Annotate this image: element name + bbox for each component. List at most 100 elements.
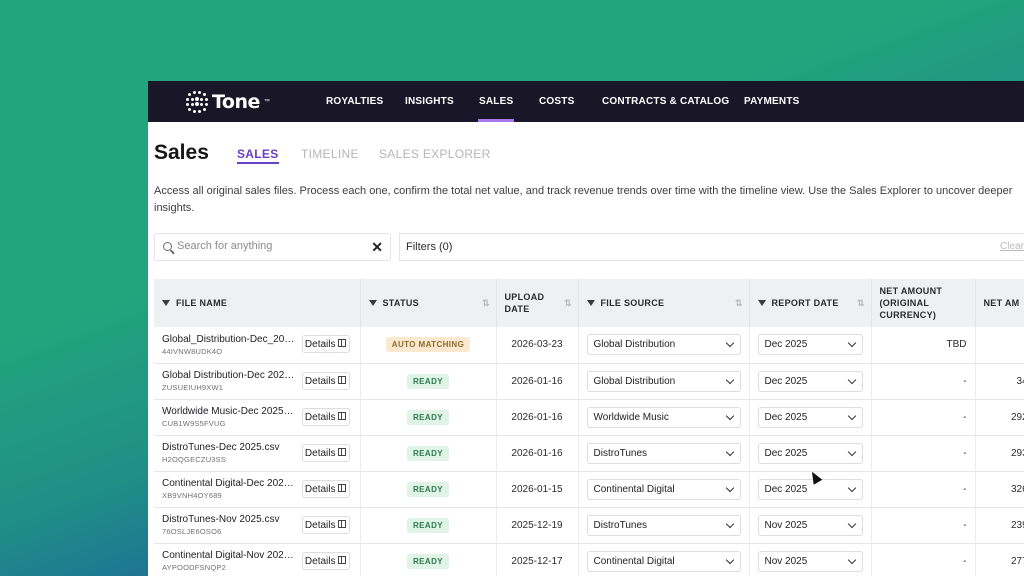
report-date-select[interactable]: Nov 2025 xyxy=(757,514,863,536)
status-cell: READY xyxy=(360,399,497,436)
file-source-select[interactable]: Global Distribution xyxy=(586,334,741,355)
clear-filters-link[interactable]: Clear xyxy=(1000,241,1024,252)
file-name: Continental Digital-Dec 2025.csv xyxy=(162,478,296,489)
table-row[interactable]: Global Distribution-Dec 2025.csv ZUSUEIUH… xyxy=(154,363,1024,400)
file-source-select[interactable]: Worldwide Music xyxy=(586,406,741,428)
details-button[interactable]: Details xyxy=(301,551,350,570)
report-date-select[interactable]: Dec 2025 xyxy=(757,406,863,428)
report-date-select[interactable]: Nov 2025 xyxy=(757,550,863,572)
search-input[interactable] xyxy=(175,239,359,253)
col-status[interactable]: STATUS ⇅ xyxy=(360,279,497,327)
chevron-down-icon xyxy=(725,338,734,348)
file-name-cell: Global Distribution-Dec 2025.csv ZUSUEIUH… xyxy=(154,363,361,400)
filter-icon[interactable] xyxy=(757,299,766,306)
upload-date-cell: 2026-01-16 xyxy=(496,435,579,472)
net-amount-cell xyxy=(975,327,1024,364)
col-report-date[interactable]: REPORT DATE ⇅ xyxy=(749,279,872,327)
file-name: Worldwide Music-Dec 2025.csv xyxy=(162,406,296,417)
filters-bar[interactable]: Filters (0) xyxy=(399,233,1024,261)
file-name: Continental Digital-Nov 2025.csv xyxy=(162,550,296,561)
sort-icon[interactable]: ⇅ xyxy=(482,298,489,309)
file-source-cell: Worldwide Music xyxy=(578,399,750,436)
file-source-select[interactable]: DistroTunes xyxy=(586,442,741,464)
sort-icon[interactable]: ⇅ xyxy=(857,298,864,309)
nav-payments[interactable]: PAYMENTS xyxy=(744,81,800,122)
table-row[interactable]: Global_Distribution-Dec_2025.csv44IVNW8U… xyxy=(154,327,1024,364)
file-source-select[interactable]: Continental Digital xyxy=(586,550,741,572)
upload-date-cell: 2026-01-16 xyxy=(496,399,579,436)
table-row[interactable]: Continental Digital-Nov 2025.csv AYPOODFS… xyxy=(154,543,1024,576)
top-nav: Tone ™ ROYALTIES INSIGHTS SALES COSTS CON… xyxy=(148,81,1024,122)
tab-sales-explorer[interactable]: SALES EXPLORER xyxy=(379,147,491,161)
search-icon xyxy=(163,242,172,251)
status-badge: READY xyxy=(406,409,449,425)
file-name: DistroTunes-Dec 2025.csv xyxy=(162,442,280,453)
chevron-down-icon xyxy=(847,338,856,348)
file-source-select[interactable]: Global Distribution xyxy=(586,370,741,392)
col-net-amount-original[interactable]: NET AMOUNT (ORIGINAL CURRENCY) xyxy=(871,279,976,327)
file-name-cell: Global_Distribution-Dec_2025.csv44IVNW8U… xyxy=(154,327,361,364)
report-date-select[interactable]: Dec 2025 xyxy=(757,478,863,500)
chevron-down-icon xyxy=(725,483,734,492)
details-button[interactable]: Details xyxy=(301,515,350,534)
net-amount-original-cell: - xyxy=(871,399,976,436)
details-button[interactable]: Details xyxy=(301,443,350,462)
nav-insights[interactable]: INSIGHTS xyxy=(405,81,454,122)
status-cell: READY xyxy=(360,363,497,400)
col-file-source[interactable]: FILE SOURCE ⇅ xyxy=(578,279,750,327)
panel-icon xyxy=(337,411,346,420)
table-row[interactable]: Worldwide Music-Dec 2025.csv CUB1W9S5FVUG… xyxy=(154,399,1024,436)
filter-icon[interactable] xyxy=(162,299,170,306)
status-cell: AUTO MATCHING xyxy=(360,327,497,364)
upload-date-cell: 2026-01-15 xyxy=(496,471,579,508)
brand-logo[interactable]: Tone ™ xyxy=(186,91,270,113)
report-date-select[interactable]: Dec 2025 xyxy=(757,442,863,464)
status-badge: READY xyxy=(406,481,449,497)
filter-icon[interactable] xyxy=(368,299,377,306)
report-date-cell: Dec 2025 xyxy=(749,435,872,472)
net-amount-original-cell: - xyxy=(871,435,976,472)
file-name: Global_Distribution-Dec_2025.csv xyxy=(162,333,296,345)
details-button[interactable]: Details xyxy=(301,335,350,353)
report-date-cell: Dec 2025 xyxy=(749,399,872,436)
chevron-down-icon xyxy=(725,375,734,384)
report-date-cell: Nov 2025 xyxy=(749,543,872,576)
page-description: Access all original sales files. Process… xyxy=(154,185,1013,214)
table-header-row: FILE NAME STATUS ⇅ UPLOAD DATE ⇅ FILE SOUR… xyxy=(154,279,1024,327)
table-row[interactable]: DistroTunes-Nov 2025.csv 76OSLJE6OSO6 Deta… xyxy=(154,507,1024,544)
clear-search-icon[interactable]: ✕ xyxy=(371,239,383,256)
nav-contracts-catalog[interactable]: CONTRACTS & CATALOG xyxy=(602,81,729,122)
status-badge: READY xyxy=(406,445,449,461)
report-date-select[interactable]: Dec 2025 xyxy=(757,334,863,355)
details-button[interactable]: Details xyxy=(301,371,350,390)
nav-costs[interactable]: COSTS xyxy=(539,81,574,122)
panel-icon xyxy=(337,375,346,384)
details-button[interactable]: Details xyxy=(301,479,350,498)
report-date-cell: Nov 2025 xyxy=(749,507,872,544)
upload-date-cell: 2026-03-23 xyxy=(496,327,579,364)
net-amount-original-cell: - xyxy=(871,363,976,400)
sort-icon[interactable]: ⇅ xyxy=(564,298,571,309)
nav-sales[interactable]: SALES xyxy=(477,81,515,122)
sort-icon[interactable]: ⇅ xyxy=(735,298,742,309)
report-date-select[interactable]: Dec 2025 xyxy=(757,370,863,392)
nav-royalties[interactable]: ROYALTIES xyxy=(326,81,383,122)
table-row[interactable]: Continental Digital-Dec 2025.csv XB9VNH4O… xyxy=(154,471,1024,508)
tab-timeline[interactable]: TIMELINE xyxy=(301,147,359,161)
file-source-select[interactable]: DistroTunes xyxy=(586,514,741,536)
filter-icon[interactable] xyxy=(586,299,595,306)
col-file-name[interactable]: FILE NAME xyxy=(154,279,361,327)
net-amount-cell: 239,0 xyxy=(975,507,1024,544)
net-amount-original-cell: TBD xyxy=(871,327,976,364)
col-net-amount[interactable]: NET AM xyxy=(975,279,1024,327)
file-source-cell: Global Distribution xyxy=(578,327,750,364)
chevron-down-icon xyxy=(725,447,734,456)
table-row[interactable]: DistroTunes-Dec 2025.csv H2OQGECZU3SS Deta… xyxy=(154,435,1024,472)
net-amount-cell: 326,4 xyxy=(975,471,1024,508)
net-amount-cell: 293,0 xyxy=(975,435,1024,472)
details-button[interactable]: Details xyxy=(301,407,350,426)
col-upload-date[interactable]: UPLOAD DATE ⇅ xyxy=(496,279,579,327)
file-source-select[interactable]: Continental Digital xyxy=(586,478,741,500)
tab-sales[interactable]: SALES xyxy=(237,147,279,164)
file-name-cell: Worldwide Music-Dec 2025.csv CUB1W9S5FVUG… xyxy=(154,399,361,436)
